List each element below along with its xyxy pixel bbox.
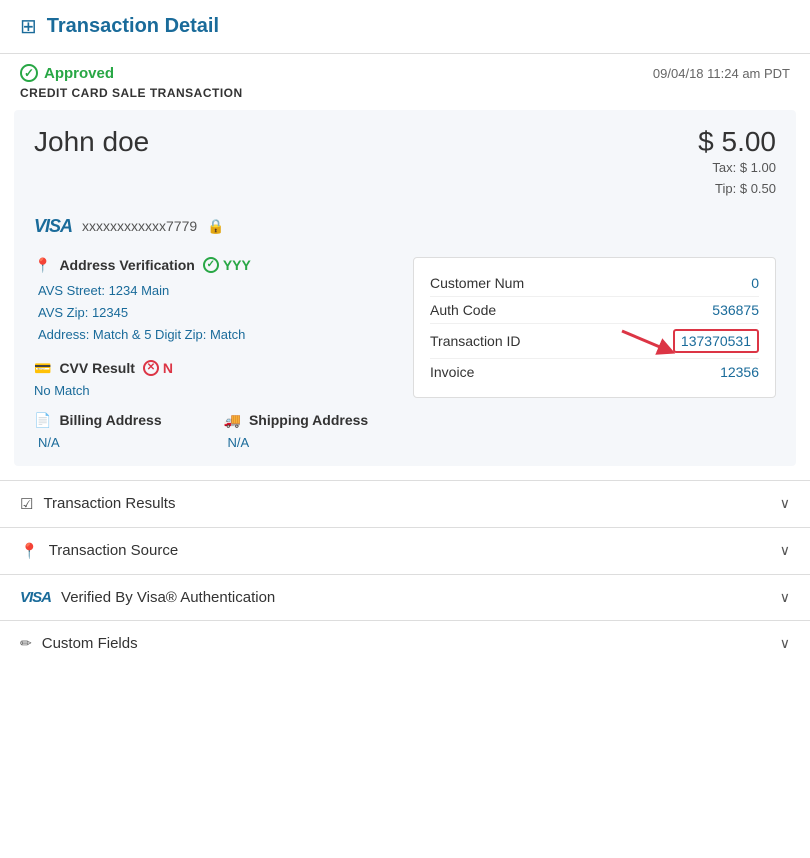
card-number: xxxxxxxxxxxx7779	[82, 218, 197, 234]
billing-icon: 📄	[34, 412, 51, 429]
shipping-section: 🚚 Shipping Address N/A	[224, 412, 398, 450]
shipping-header: 🚚 Shipping Address	[224, 412, 398, 429]
visa-col-icon: VISA	[20, 589, 51, 606]
chevron-down-icon-0: ∨	[780, 495, 790, 512]
transaction-results-header[interactable]: ☑ Transaction Results ∨	[0, 481, 810, 527]
avs-badge-value: YYY	[223, 257, 251, 273]
billing-label: Billing Address	[59, 412, 161, 428]
collapsible-left-3: ✏ Custom Fields	[20, 635, 138, 652]
cvv-label: CVV Result	[59, 360, 134, 376]
invoice-value: 12356	[720, 364, 759, 380]
source-pin-icon: 📍	[20, 542, 39, 560]
checkbox-icon: ☑	[20, 495, 33, 513]
cvv-badge: ✕ N	[143, 360, 173, 376]
avs-details: AVS Street: 1234 Main AVS Zip: 12345 Add…	[34, 280, 397, 346]
cvv-result: N	[163, 360, 173, 376]
collapsible-section-2: VISA Verified By Visa® Authentication ∨	[0, 574, 810, 620]
cvv-header: 💳 CVV Result ✕ N	[34, 360, 397, 377]
custom-fields-header[interactable]: ✏ Custom Fields ∨	[0, 621, 810, 666]
tax-amount: Tax: $ 1.00	[698, 158, 776, 179]
grid-icon: ⊞	[20, 14, 37, 39]
address-verification-header: 📍 Address Verification ✓ YYY	[34, 257, 397, 274]
page-header: ⊞ Transaction Detail	[0, 0, 810, 54]
auth-code-value: 536875	[712, 302, 759, 318]
pin-icon: 📍	[34, 257, 51, 274]
billing-shipping: 📄 Billing Address N/A 🚚 Shipping Address…	[34, 412, 397, 450]
transaction-id-value: 137370531	[673, 329, 759, 353]
transaction-source-label: Transaction Source	[49, 542, 179, 559]
collapsible-left-1: 📍 Transaction Source	[20, 542, 178, 560]
address-match: Address: Match & 5 Digit Zip: Match	[38, 324, 397, 346]
shipping-icon: 🚚	[224, 412, 241, 429]
red-arrow-icon	[617, 326, 677, 356]
transaction-results-label: Transaction Results	[43, 495, 175, 512]
collapsible-left-0: ☑ Transaction Results	[20, 495, 175, 513]
status-datetime: 09/04/18 11:24 am PDT	[653, 66, 790, 81]
customer-top: John doe $ 5.00 Tax: $ 1.00 Tip: $ 0.50	[34, 126, 776, 200]
check-icon: ✓	[20, 64, 38, 82]
invoice-row: Invoice 12356	[430, 359, 759, 385]
billing-header: 📄 Billing Address	[34, 412, 208, 429]
chevron-down-icon-3: ∨	[780, 635, 790, 652]
two-col: 📍 Address Verification ✓ YYY AVS Street:…	[34, 257, 776, 450]
avs-zip: AVS Zip: 12345	[38, 302, 397, 324]
visa-auth-label: Verified By Visa® Authentication	[61, 589, 275, 606]
billing-section: 📄 Billing Address N/A	[34, 412, 208, 450]
cvv-icon: 💳	[34, 360, 51, 377]
customer-num-label: Customer Num	[430, 275, 524, 291]
invoice-label: Invoice	[430, 364, 474, 380]
customer-num-value: 0	[751, 275, 759, 291]
right-col: Customer Num 0 Auth Code 536875 Transact…	[413, 257, 776, 450]
amount-details: Tax: $ 1.00 Tip: $ 0.50	[698, 158, 776, 200]
avs-check-circle: ✓	[203, 257, 219, 273]
shipping-label: Shipping Address	[249, 412, 368, 428]
chevron-down-icon-2: ∨	[780, 589, 790, 606]
visa-section: VISA xxxxxxxxxxxx7779 🔒	[34, 210, 776, 243]
avs-badge: ✓ YYY	[203, 257, 251, 273]
customer-num-row: Customer Num 0	[430, 270, 759, 297]
main-content: ✓ Approved 09/04/18 11:24 am PDT CREDIT …	[0, 54, 810, 666]
customer-card: John doe $ 5.00 Tax: $ 1.00 Tip: $ 0.50 …	[14, 110, 796, 466]
cvv-block: 💳 CVV Result ✕ N No Match	[34, 360, 397, 398]
address-verification-label: Address Verification	[59, 257, 194, 273]
lock-icon: 🔒	[207, 218, 224, 235]
auth-code-label: Auth Code	[430, 302, 496, 318]
amount-total: $ 5.00	[698, 126, 776, 158]
status-bar: ✓ Approved 09/04/18 11:24 am PDT	[0, 54, 810, 86]
collapsible-section-0: ☑ Transaction Results ∨	[0, 480, 810, 527]
pencil-icon: ✏	[20, 635, 32, 652]
collapsible-section-3: ✏ Custom Fields ∨	[0, 620, 810, 666]
transaction-type: CREDIT CARD SALE TRANSACTION	[0, 86, 810, 110]
visa-auth-header[interactable]: VISA Verified By Visa® Authentication ∨	[0, 575, 810, 620]
shipping-value: N/A	[224, 435, 398, 450]
cvv-no-match: No Match	[34, 383, 397, 398]
amount-section: $ 5.00 Tax: $ 1.00 Tip: $ 0.50	[698, 126, 776, 200]
collapsible-left-2: VISA Verified By Visa® Authentication	[20, 589, 275, 606]
tip-amount: Tip: $ 0.50	[698, 179, 776, 200]
chevron-down-icon-1: ∨	[780, 542, 790, 559]
avs-street: AVS Street: 1234 Main	[38, 280, 397, 302]
cvv-x-circle: ✕	[143, 360, 159, 376]
info-card: Customer Num 0 Auth Code 536875 Transact…	[413, 257, 776, 398]
page-title: Transaction Detail	[47, 15, 219, 38]
transaction-id-row: Transaction ID 137	[430, 324, 759, 359]
billing-value: N/A	[34, 435, 208, 450]
left-col: 📍 Address Verification ✓ YYY AVS Street:…	[34, 257, 397, 450]
transaction-source-header[interactable]: 📍 Transaction Source ∨	[0, 528, 810, 574]
address-verification-block: 📍 Address Verification ✓ YYY AVS Street:…	[34, 257, 397, 346]
collapsible-section-1: 📍 Transaction Source ∨	[0, 527, 810, 574]
visa-logo: VISA	[34, 216, 72, 237]
auth-code-row: Auth Code 536875	[430, 297, 759, 324]
approved-status: ✓ Approved	[20, 64, 114, 82]
approved-label: Approved	[44, 65, 114, 82]
customer-name: John doe	[34, 126, 149, 158]
transaction-id-label: Transaction ID	[430, 333, 521, 349]
custom-fields-label: Custom Fields	[42, 635, 138, 652]
